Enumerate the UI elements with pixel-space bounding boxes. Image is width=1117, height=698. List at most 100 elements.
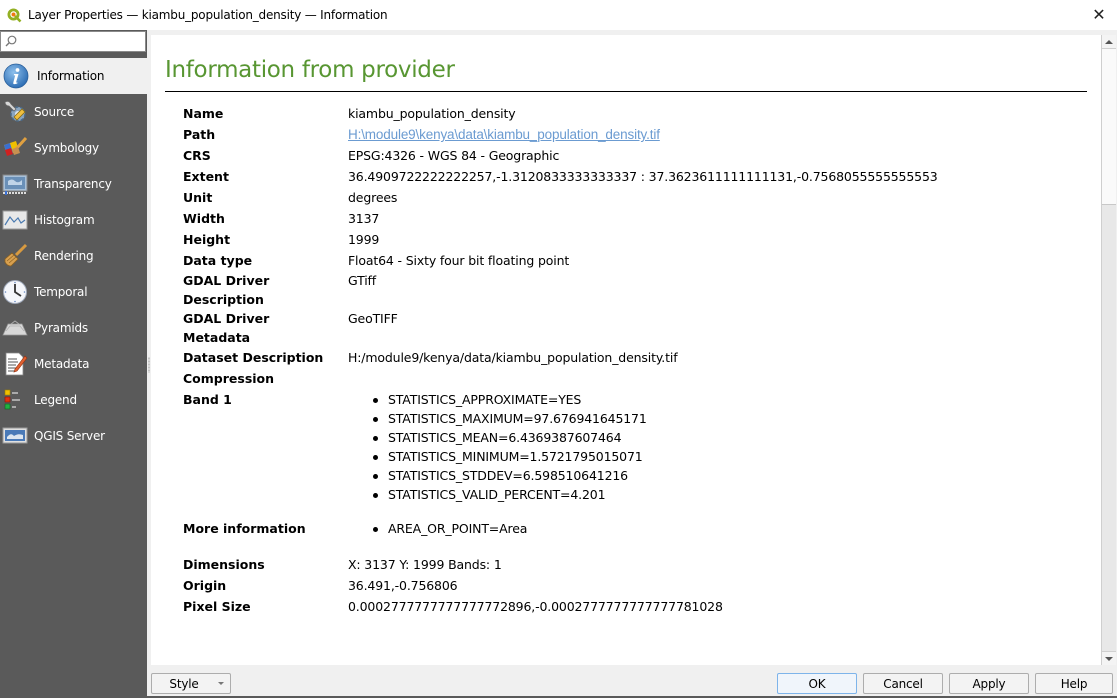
histogram-icon bbox=[2, 207, 28, 233]
table-row: CRS EPSG:4326 - WGS 84 - Geographic bbox=[183, 145, 938, 166]
unit-label: Unit bbox=[183, 190, 213, 205]
search-icon bbox=[5, 35, 17, 47]
extent-value: 36.4909722222222257,-1.3120833333333337 … bbox=[348, 169, 938, 184]
sidebar-item-qgis-server[interactable]: QGIS Server bbox=[0, 418, 147, 454]
table-row: Dimensions X: 3137 Y: 1999 Bands: 1 bbox=[183, 539, 938, 575]
width-label: Width bbox=[183, 211, 225, 226]
sidebar: Information Source Symbology Transparenc… bbox=[0, 30, 147, 698]
width-value: 3137 bbox=[348, 211, 380, 226]
label-line: Metadata bbox=[183, 330, 251, 345]
gdal-driver-metadata-value: GeoTIFF bbox=[348, 311, 398, 326]
dataset-description-value: H:/module9/kenya/data/kiambu_population_… bbox=[348, 350, 678, 365]
sidebar-item-pyramids[interactable]: Pyramids bbox=[0, 310, 147, 346]
qgis-server-icon bbox=[2, 423, 28, 449]
sidebar-item-label: Temporal bbox=[34, 285, 88, 299]
vertical-scrollbar[interactable] bbox=[1101, 35, 1116, 665]
transparency-icon bbox=[2, 171, 28, 197]
sidebar-item-label: Symbology bbox=[34, 141, 99, 155]
gdal-driver-metadata-label: GDAL Driver Metadata bbox=[183, 309, 348, 347]
style-dropdown-button[interactable]: Style bbox=[151, 673, 231, 694]
pixel-size-value: 0.0002777777777777772896,-0.000277777777… bbox=[348, 599, 723, 614]
crs-value: EPSG:4326 - WGS 84 - Geographic bbox=[348, 148, 560, 163]
symbology-icon bbox=[2, 135, 28, 161]
path-link[interactable]: H:\module9\kenya\data\kiambu_population_… bbox=[348, 127, 660, 142]
gdal-driver-description-value: GTiff bbox=[348, 273, 377, 288]
table-row: More information AREA_OR_POINT=Area bbox=[183, 504, 938, 539]
legend-icon bbox=[2, 387, 28, 413]
sidebar-item-label: Rendering bbox=[34, 249, 94, 263]
scroll-up-button[interactable] bbox=[1102, 35, 1116, 49]
label-line: Description bbox=[183, 292, 264, 307]
temporal-icon bbox=[2, 279, 28, 305]
window-title: Layer Properties — kiambu_population_den… bbox=[28, 8, 388, 22]
label-line: GDAL Driver bbox=[183, 273, 270, 288]
sidebar-item-metadata[interactable]: Metadata bbox=[0, 346, 147, 382]
data-type-label: Data type bbox=[183, 253, 253, 268]
properties-table: Name kiambu_population_density Path H:\m… bbox=[183, 103, 938, 617]
splitter-grip bbox=[148, 357, 150, 373]
sidebar-item-histogram[interactable]: Histogram bbox=[0, 202, 147, 238]
table-row: Pixel Size 0.0002777777777777772896,-0.0… bbox=[183, 596, 938, 617]
metadata-icon bbox=[2, 351, 28, 377]
sidebar-item-label: Metadata bbox=[34, 357, 90, 371]
list-item: STATISTICS_MEAN=6.4369387607464 bbox=[373, 428, 938, 447]
title-bar: Layer Properties — kiambu_population_den… bbox=[0, 0, 1117, 30]
more-information-list: AREA_OR_POINT=Area bbox=[348, 519, 938, 538]
height-label: Height bbox=[183, 232, 231, 247]
information-panel: Information from provider Name kiambu_po… bbox=[151, 35, 1101, 665]
ok-button[interactable]: OK bbox=[777, 673, 857, 694]
crs-label: CRS bbox=[183, 148, 211, 163]
sidebar-item-label: Histogram bbox=[34, 213, 95, 227]
close-icon[interactable]: ✕ bbox=[1089, 4, 1109, 24]
sidebar-item-symbology[interactable]: Symbology bbox=[0, 130, 147, 166]
name-label: Name bbox=[183, 106, 224, 121]
more-information-label: More information bbox=[183, 521, 306, 536]
unit-value: degrees bbox=[348, 190, 398, 205]
sidebar-search[interactable] bbox=[0, 31, 146, 52]
table-row: Origin 36.491,-0.756806 bbox=[183, 575, 938, 596]
search-input[interactable] bbox=[19, 33, 143, 50]
source-icon bbox=[2, 99, 28, 125]
scroll-down-button[interactable] bbox=[1102, 651, 1116, 665]
sidebar-item-transparency[interactable]: Transparency bbox=[0, 166, 147, 202]
label-line: GDAL Driver bbox=[183, 311, 270, 326]
sidebar-item-label: Information bbox=[37, 69, 105, 83]
table-row: Extent 36.4909722222222257,-1.3120833333… bbox=[183, 166, 938, 187]
compression-value bbox=[348, 368, 938, 389]
list-item: STATISTICS_VALID_PERCENT=4.201 bbox=[373, 485, 938, 504]
dimensions-value: X: 3137 Y: 1999 Bands: 1 bbox=[348, 557, 502, 572]
origin-label: Origin bbox=[183, 578, 227, 593]
name-value: kiambu_population_density bbox=[348, 106, 516, 121]
help-button[interactable]: Help bbox=[1035, 673, 1113, 694]
sidebar-item-rendering[interactable]: Rendering bbox=[0, 238, 147, 274]
cancel-button[interactable]: Cancel bbox=[863, 673, 943, 694]
band1-label: Band 1 bbox=[183, 392, 232, 407]
gdal-driver-description-label: GDAL Driver Description bbox=[183, 271, 348, 309]
scrollbar-thumb[interactable] bbox=[1102, 49, 1116, 205]
sidebar-nav: Information Source Symbology Transparenc… bbox=[0, 58, 147, 454]
sidebar-item-temporal[interactable]: Temporal bbox=[0, 274, 147, 310]
arrow-down-icon bbox=[1105, 656, 1113, 661]
table-row: Width 3137 bbox=[183, 208, 938, 229]
arrow-up-icon bbox=[1105, 39, 1113, 44]
sidebar-item-label: Source bbox=[34, 105, 75, 119]
compression-label: Compression bbox=[183, 371, 275, 386]
sidebar-item-source[interactable]: Source bbox=[0, 94, 147, 130]
table-row: GDAL Driver Description GTiff bbox=[183, 271, 938, 309]
dataset-description-label: Dataset Description bbox=[183, 350, 324, 365]
path-label: Path bbox=[183, 127, 216, 142]
table-row: Name kiambu_population_density bbox=[183, 103, 938, 124]
table-row: Path H:\module9\kenya\data\kiambu_popula… bbox=[183, 124, 938, 145]
page-title: Information from provider bbox=[165, 57, 455, 83]
sidebar-item-legend[interactable]: Legend bbox=[0, 382, 147, 418]
table-row: Band 1 STATISTICS_APPROXIMATE=YES STATIS… bbox=[183, 389, 938, 504]
sidebar-item-information[interactable]: Information bbox=[0, 58, 147, 94]
information-icon bbox=[3, 63, 29, 89]
table-row: Height 1999 bbox=[183, 229, 938, 250]
pixel-size-label: Pixel Size bbox=[183, 599, 251, 614]
heading-divider bbox=[165, 91, 1087, 92]
extent-label: Extent bbox=[183, 169, 229, 184]
list-item: STATISTICS_STDDEV=6.598510641216 bbox=[373, 466, 938, 485]
origin-value: 36.491,-0.756806 bbox=[348, 578, 458, 593]
apply-button[interactable]: Apply bbox=[949, 673, 1029, 694]
